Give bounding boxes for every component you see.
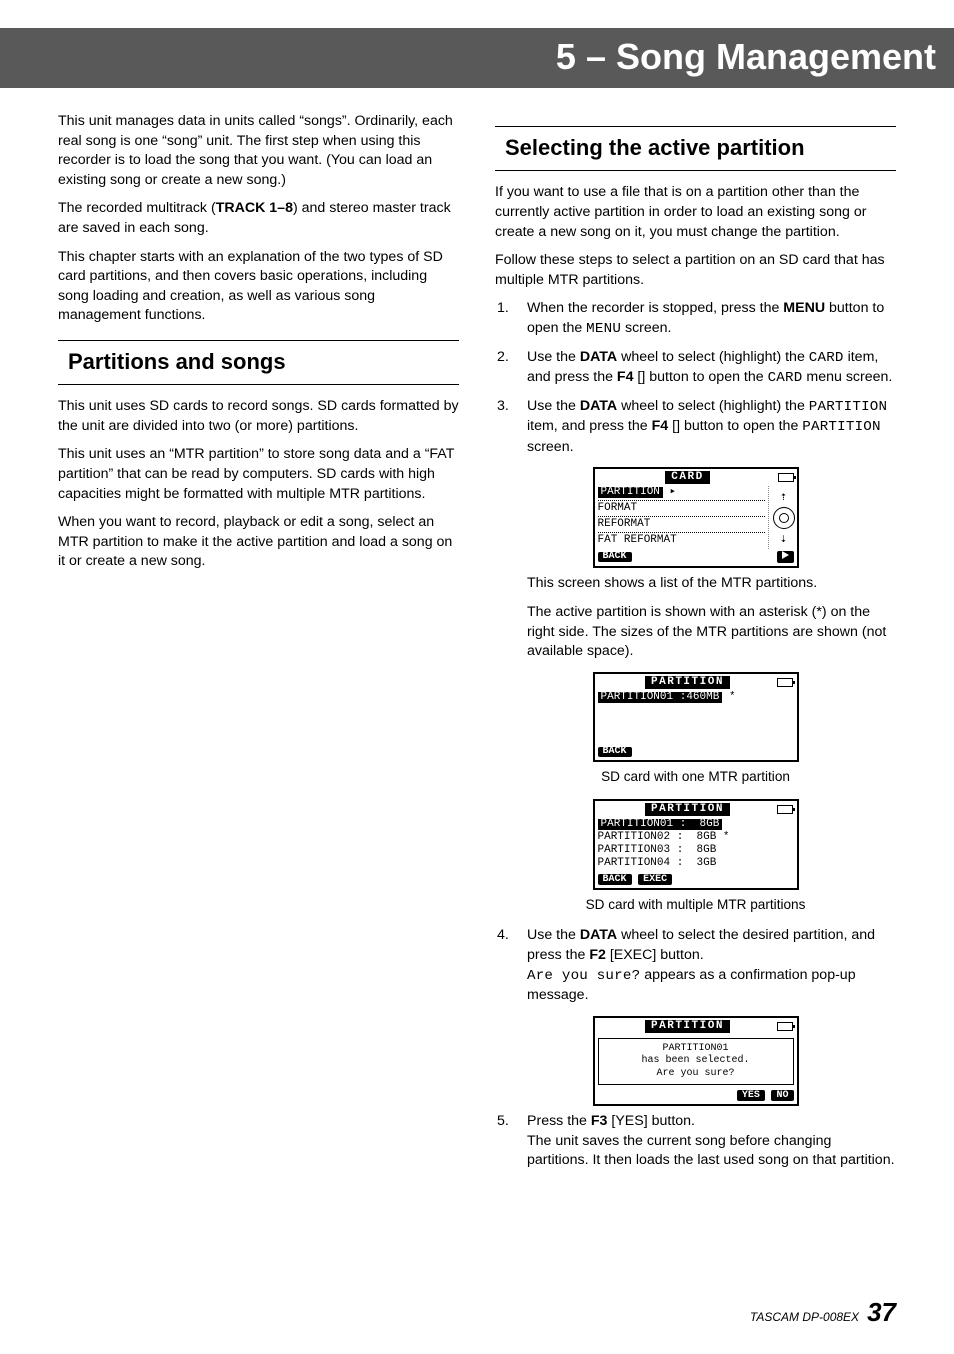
lcd-row: PARTITION02 : 8GB *	[598, 831, 794, 844]
text: screen.	[621, 320, 671, 336]
battery-icon	[778, 473, 794, 482]
right-column: Selecting the active partition If you wa…	[495, 112, 896, 1179]
lcd-yes-button: YES	[737, 1090, 765, 1101]
text: The recorded multitrack (	[58, 200, 216, 216]
lcd-back-button: BACK	[598, 874, 632, 885]
active-star: *	[729, 691, 736, 703]
lcd-title: CARD	[665, 471, 709, 484]
page-footer: TASCAM DP-008EX 37	[750, 1297, 896, 1328]
up-arrow-icon: ⇡	[780, 491, 787, 503]
lcd-row-selected: PARTITION	[598, 487, 663, 498]
screen-name: MENU	[586, 321, 621, 337]
lcd-partition-single: PARTITION PARTITION01 :460MB * BACK	[495, 672, 896, 762]
lcd-confirm-popup: PARTITION PARTITION01 has been selected.…	[495, 1016, 896, 1107]
lcd-row: FORMAT	[598, 502, 765, 515]
f2-label: F2	[589, 947, 606, 963]
lcd-title: PARTITION	[645, 1020, 730, 1033]
text: Press the	[527, 1113, 591, 1129]
para: If you want to use a file that is on a p…	[495, 183, 896, 242]
screen-name: CARD	[768, 370, 803, 386]
step-1: When the recorder is stopped, press the …	[495, 299, 896, 339]
lcd-row: REFORMAT	[598, 518, 765, 531]
menu-button-label: MENU	[783, 300, 825, 316]
step-list-cont2: Press the F3 [YES] button. The unit save…	[495, 1112, 896, 1171]
f3-label: F3	[591, 1113, 608, 1129]
lcd-row-selected: PARTITION01 : 8GB	[598, 819, 723, 830]
step-5: Press the F3 [YES] button. The unit save…	[495, 1112, 896, 1171]
down-arrow-icon: ⇣	[780, 533, 787, 545]
text: ] button to open the	[641, 369, 767, 385]
chapter-title: 5 – Song Management	[0, 28, 954, 88]
lcd-row: FAT REFORMAT	[598, 534, 765, 547]
popup-line: Are you sure?	[601, 1068, 791, 1081]
lcd-row: PARTITION03 : 8GB	[598, 844, 794, 857]
menu-item: CARD	[809, 350, 844, 366]
lcd-title: PARTITION	[645, 676, 730, 689]
text: [YES] button.	[607, 1113, 695, 1129]
data-wheel-label: DATA	[580, 927, 617, 943]
step-3: Use the DATA wheel to select (highlight)…	[495, 397, 896, 458]
f4-label: F4	[617, 369, 634, 385]
lcd-card-menu: CARD PARTITION ▸ FORMAT REFORMAT FAT REF…	[495, 467, 896, 568]
para: This unit uses SD cards to record songs.…	[58, 397, 459, 436]
lcd-exec-button: EXEC	[638, 874, 672, 885]
lcd-no-button: NO	[771, 1090, 793, 1101]
battery-icon	[777, 678, 793, 687]
data-wheel-label: DATA	[580, 398, 617, 414]
model-label: TASCAM DP-008EX	[750, 1310, 859, 1324]
para: This unit manages data in units called “…	[58, 112, 459, 190]
text: wheel to select (highlight) the	[617, 398, 809, 414]
text: wheel to select (highlight) the	[617, 349, 809, 365]
lcd-back-button: BACK	[598, 747, 632, 757]
battery-icon	[777, 805, 793, 814]
step-list: When the recorder is stopped, press the …	[495, 299, 896, 457]
lcd-title: PARTITION	[645, 803, 730, 816]
lcd-play-button	[777, 551, 794, 563]
page-number: 37	[867, 1297, 896, 1328]
wheel-icon	[773, 507, 795, 529]
figure-caption: SD card with multiple MTR partitions	[495, 896, 896, 915]
text: Use the	[527, 349, 580, 365]
para: This unit uses an “MTR partition” to sto…	[58, 445, 459, 504]
menu-item: PARTITION	[809, 399, 887, 415]
para: The recorded multitrack (TRACK 1–8) and …	[58, 199, 459, 238]
text: The unit saves the current song before c…	[527, 1133, 895, 1169]
step-2: Use the DATA wheel to select (highlight)…	[495, 348, 896, 389]
text: [	[668, 418, 676, 434]
text: [EXEC] button.	[606, 947, 704, 963]
track-label: TRACK 1–8	[216, 200, 293, 216]
popup-text: Are you sure?	[527, 968, 640, 984]
lcd-partition-multi: PARTITION PARTITION01 : 8GB PARTITION02 …	[495, 799, 896, 890]
text: Use the	[527, 927, 580, 943]
screen-name: PARTITION	[802, 419, 880, 435]
text: item, and press the	[527, 418, 652, 434]
left-column: This unit manages data in units called “…	[58, 112, 459, 1179]
para: This chapter starts with an explanation …	[58, 248, 459, 326]
text: When the recorder is stopped, press the	[527, 300, 783, 316]
battery-icon	[777, 1022, 793, 1031]
figure-caption: SD card with one MTR partition	[495, 768, 896, 787]
lcd-row: PARTITION04 : 3GB	[598, 857, 794, 870]
step-4: Use the DATA wheel to select the desired…	[495, 926, 896, 1005]
para: When you want to record, playback or edi…	[58, 513, 459, 572]
para: This screen shows a list of the MTR part…	[527, 574, 896, 594]
popup-line: PARTITION01	[601, 1043, 791, 1056]
text: menu screen.	[802, 369, 892, 385]
text: screen.	[527, 439, 574, 455]
section-heading-selecting: Selecting the active partition	[495, 126, 896, 171]
lcd-back-button: BACK	[598, 552, 632, 562]
popup-line: has been selected.	[601, 1055, 791, 1068]
text: ] button to open the	[676, 418, 802, 434]
section-heading-partitions: Partitions and songs	[58, 340, 459, 385]
f4-label: F4	[652, 418, 669, 434]
lcd-row-selected: PARTITION01 :460MB	[598, 692, 723, 703]
data-wheel-label: DATA	[580, 349, 617, 365]
text: Use the	[527, 398, 580, 414]
para: Follow these steps to select a partition…	[495, 251, 896, 290]
para: The active partition is shown with an as…	[527, 603, 896, 662]
step-list-cont: Use the DATA wheel to select the desired…	[495, 926, 896, 1005]
